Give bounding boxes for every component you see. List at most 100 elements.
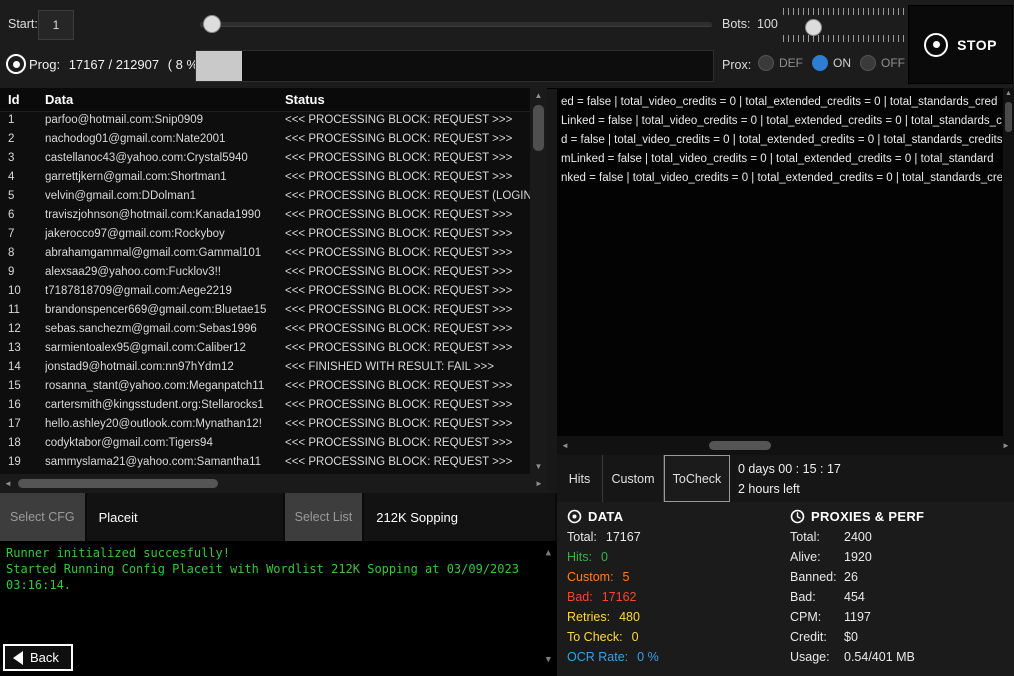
table-row[interactable]: 2nachodog01@gmail.com:Nate2001<<< PROCES… bbox=[0, 130, 530, 149]
radio-selected-icon bbox=[812, 55, 828, 71]
config-bar: Select CFG Placeit Select List 212K Sopp… bbox=[0, 493, 557, 541]
scroll-up-icon[interactable]: ▲ bbox=[530, 88, 547, 103]
back-arrow-icon bbox=[13, 651, 23, 665]
runner-log: Runner initialized succesfully! Started … bbox=[0, 541, 557, 676]
proxy-mode-group: DEF ON OFF bbox=[758, 55, 905, 71]
bots-slider-ticks-top bbox=[783, 8, 905, 15]
proxy-cpm: CPM:1197 bbox=[790, 607, 924, 627]
table-row[interactable]: 12sebas.sanchezm@gmail.com:Sebas1996<<< … bbox=[0, 320, 530, 339]
table-row[interactable]: 3castellanoc43@yahoo.com:Crystal5940<<< … bbox=[0, 149, 530, 168]
back-button[interactable]: Back bbox=[3, 644, 73, 671]
runner-log-line: Started Running Config Placeit with Word… bbox=[6, 561, 531, 593]
table-row[interactable]: 17hello.ashley20@outlook.com:Mynathan12!… bbox=[0, 415, 530, 434]
capture-vscroll-thumb[interactable] bbox=[1005, 102, 1012, 132]
scroll-right-icon[interactable]: ► bbox=[998, 436, 1014, 455]
timer-elapsed: 0 days 00 : 15 : 17 bbox=[738, 459, 841, 479]
capture-line: mLinked = false | total_video_credits = … bbox=[561, 150, 1002, 169]
progress-label: Prog: bbox=[29, 57, 60, 72]
table-row[interactable]: 14jonstad9@hotmail.com:nn97hYdm12<<< FIN… bbox=[0, 358, 530, 377]
start-slider-handle[interactable] bbox=[203, 15, 221, 33]
stat-hits: Hits:0 bbox=[567, 547, 659, 567]
proxy-usage: Usage:0.54/401 MB bbox=[790, 647, 924, 667]
table-row[interactable]: 11brandonspencer669@gmail.com:Bluetae15<… bbox=[0, 301, 530, 320]
table-row[interactable]: 7jakerocco97@gmail.com:Rockyboy<<< PROCE… bbox=[0, 225, 530, 244]
table-row[interactable]: 1parfoo@hotmail.com:Snip0909<<< PROCESSI… bbox=[0, 111, 530, 130]
proxy-bad: Bad:454 bbox=[790, 587, 924, 607]
proxy-alive: Alive:1920 bbox=[790, 547, 924, 567]
table-row[interactable]: 18codyktabor@gmail.com:Tigers94<<< PROCE… bbox=[0, 434, 530, 453]
progress-radio-icon bbox=[6, 54, 26, 74]
stop-record-icon bbox=[924, 33, 948, 57]
table-vscroll-thumb[interactable] bbox=[533, 105, 544, 151]
table-row[interactable]: 10t7187818709@gmail.com:Aege2219<<< PROC… bbox=[0, 282, 530, 301]
table-horizontal-scrollbar[interactable]: ◄ ► bbox=[0, 474, 547, 493]
stat-custom: Custom:5 bbox=[567, 567, 659, 587]
tab-hits[interactable]: Hits bbox=[557, 455, 603, 502]
start-slider-track[interactable] bbox=[200, 22, 712, 27]
table-row[interactable]: 19sammyslama21@yahoo.com:Samantha11<<< P… bbox=[0, 453, 530, 472]
proxy-stats-column: PROXIES & PERF Total:2400 Alive:1920 Ban… bbox=[790, 509, 924, 667]
stat-total: Total:17167 bbox=[567, 527, 659, 547]
column-header-data: Data bbox=[45, 92, 285, 107]
bots-value: 100 bbox=[757, 17, 778, 31]
back-button-label: Back bbox=[30, 650, 59, 665]
scroll-up-icon[interactable]: ▲ bbox=[546, 545, 551, 561]
capture-vertical-scrollbar[interactable]: ▲ bbox=[1003, 88, 1014, 436]
bots-slider-handle[interactable] bbox=[805, 19, 822, 36]
results-table: Id Data Status 1parfoo@hotmail.com:Snip0… bbox=[0, 88, 547, 493]
select-list-button[interactable]: Select List bbox=[285, 493, 365, 541]
table-row[interactable]: 15rosanna_stant@yahoo.com:Meganpatch11<<… bbox=[0, 377, 530, 396]
table-row[interactable]: 8abrahamgammal@gmail.com:Gammal101<<< PR… bbox=[0, 244, 530, 263]
table-row[interactable]: 16cartersmith@kingsstudent.org:Stellaroc… bbox=[0, 396, 530, 415]
data-icon bbox=[567, 509, 582, 524]
bots-slider-ticks-bottom bbox=[783, 35, 905, 42]
data-stats-column: DATA Total:17167 Hits:0 Custom:5 Bad:171… bbox=[567, 509, 659, 667]
progress-bar bbox=[195, 50, 714, 82]
timer-remaining: 2 hours left bbox=[738, 479, 841, 499]
tab-tocheck[interactable]: ToCheck bbox=[664, 455, 730, 502]
proxy-credit: Credit:$0 bbox=[790, 627, 924, 647]
scroll-down-icon[interactable]: ▼ bbox=[546, 652, 551, 668]
scroll-up-icon[interactable]: ▲ bbox=[1003, 88, 1014, 100]
results-table-body: 1parfoo@hotmail.com:Snip0909<<< PROCESSI… bbox=[0, 111, 530, 474]
select-cfg-button[interactable]: Select CFG bbox=[0, 493, 87, 541]
table-row[interactable]: 13sarmientoalex95@gmail.com:Caliber12<<<… bbox=[0, 339, 530, 358]
tab-custom[interactable]: Custom bbox=[603, 455, 664, 502]
proxy-option-def[interactable]: DEF bbox=[758, 55, 803, 71]
table-vertical-scrollbar[interactable]: ▲ ▼ bbox=[530, 88, 547, 474]
stop-button[interactable]: STOP bbox=[908, 5, 1013, 84]
capture-hscroll-thumb[interactable] bbox=[709, 441, 771, 450]
config-name: Placeit bbox=[87, 493, 285, 541]
wordlist-name: 212K Sopping bbox=[364, 493, 557, 541]
proxy-option-off[interactable]: OFF bbox=[860, 55, 905, 71]
table-row[interactable]: 5velvin@gmail.com:DDolman1<<< PROCESSING… bbox=[0, 187, 530, 206]
scroll-right-icon[interactable]: ► bbox=[531, 474, 547, 493]
proxy-total: Total:2400 bbox=[790, 527, 924, 547]
table-row[interactable]: 9alexsaa29@yahoo.com:Fucklov3!!<<< PROCE… bbox=[0, 263, 530, 282]
top-bar: Start: Bots: 100 STOP Prog: 17167 / 2129… bbox=[0, 0, 1014, 89]
bots-slider[interactable] bbox=[783, 8, 905, 44]
table-row[interactable]: 4garrettjkern@gmail.com:Shortman1<<< PRO… bbox=[0, 168, 530, 187]
start-label: Start: bbox=[8, 17, 38, 31]
capture-horizontal-scrollbar[interactable]: ◄ ► bbox=[557, 436, 1014, 455]
capture-line: d = false | total_video_credits = 0 | to… bbox=[561, 131, 1002, 150]
capture-log-lines: ed = false | total_video_credits = 0 | t… bbox=[561, 93, 1002, 435]
data-stats-header: DATA bbox=[567, 509, 659, 524]
proxy-option-on[interactable]: ON bbox=[812, 55, 851, 71]
progress-text: Prog: 17167 / 212907 ( 8 %) bbox=[29, 57, 202, 72]
table-row[interactable]: 6traviszjohnson@hotmail.com:Kanada1990<<… bbox=[0, 206, 530, 225]
capture-log-panel: ed = false | total_video_credits = 0 | t… bbox=[557, 88, 1014, 455]
stat-retries: Retries:480 bbox=[567, 607, 659, 627]
scroll-left-icon[interactable]: ◄ bbox=[0, 474, 16, 493]
scroll-left-icon[interactable]: ◄ bbox=[557, 436, 573, 455]
stat-tocheck: To Check:0 bbox=[567, 627, 659, 647]
capture-line: Linked = false | total_video_credits = 0… bbox=[561, 112, 1002, 131]
start-input[interactable] bbox=[38, 10, 74, 40]
scroll-down-icon[interactable]: ▼ bbox=[530, 459, 547, 474]
results-table-header: Id Data Status bbox=[0, 88, 530, 112]
proxies-label: Prox: bbox=[722, 58, 751, 72]
proxy-banned: Banned:26 bbox=[790, 567, 924, 587]
column-header-id: Id bbox=[0, 92, 45, 107]
bots-label: Bots: bbox=[722, 17, 751, 31]
table-hscroll-thumb[interactable] bbox=[18, 479, 218, 488]
